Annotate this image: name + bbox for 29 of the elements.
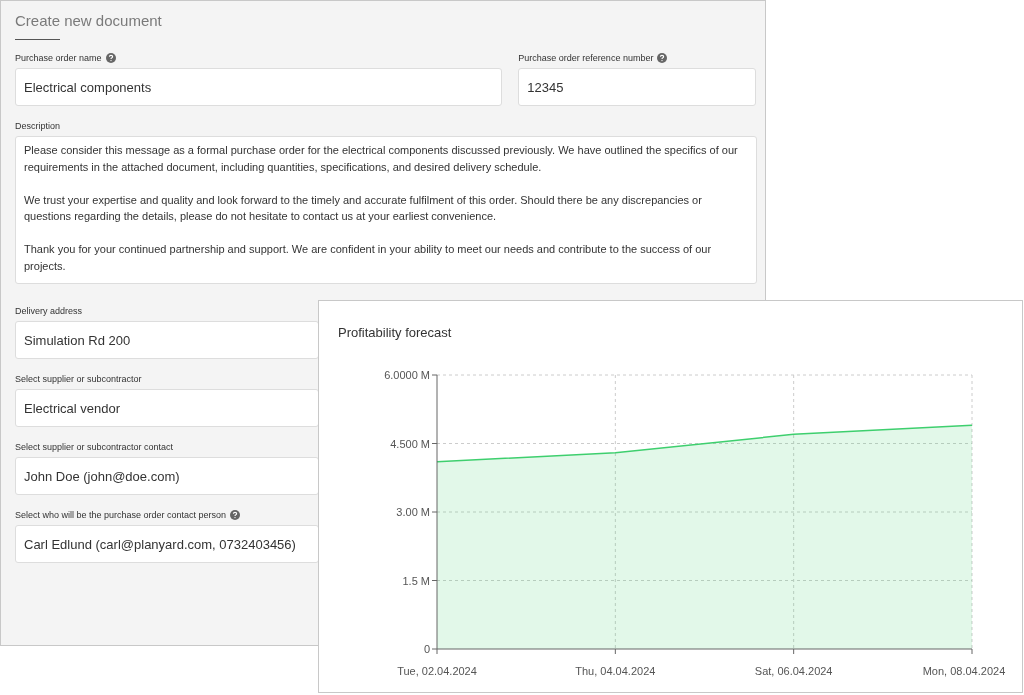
field-label: Description [15, 120, 61, 132]
field-label: Purchase order name [15, 52, 102, 64]
chart-title: Profitability forecast [338, 324, 452, 342]
title-underline [15, 39, 60, 40]
field-label: Select supplier or subcontractor [15, 373, 142, 385]
input-field[interactable]: John Doe (john@doe.com) [15, 457, 319, 495]
field-label: Select supplier or subcontractor contact [15, 441, 174, 453]
description-field[interactable]: Please consider this message as a formal purchase order for the electrical components discussed previously. We have outlined the specifics of our requirements in the attached document, including quantities, specifications, and desired delivery schedule. We trust your expertise and quality and look forward to the timely and accurate fulfilment of this order. Should there be any discrepancies or questions regarding the details, please do not hesitate to contact us at your earliest convenience. Thank you for your continued partnership and support. We are confident in your ability to meet our needs and contribute to the success of our projects. [15, 136, 757, 284]
input-field[interactable]: Simulation Rd 200 [15, 321, 319, 359]
y-tick-label: 4.500 M [390, 437, 430, 450]
y-tick-label: 0 [423, 643, 430, 655]
help-icon[interactable] [657, 53, 668, 63]
field-label: Purchase order reference number [518, 52, 654, 64]
input-field[interactable]: Electrical vendor [15, 389, 319, 427]
field-label: Select who will be the purchase order contact person [15, 509, 227, 521]
x-tick-label: Mon, 08.04.2024 [922, 665, 1006, 677]
help-icon[interactable] [230, 510, 241, 520]
form-title: Create new document [15, 11, 163, 31]
input-field[interactable]: Carl Edlund (carl@planyard.com, 0732403456) [15, 525, 319, 563]
input-field[interactable]: Electrical components [15, 68, 503, 106]
field-label: Delivery address [15, 305, 83, 317]
help-icon[interactable] [105, 53, 116, 63]
y-tick-label: 1.5 M [402, 574, 430, 587]
x-tick-label: Tue, 02.04.2024 [397, 665, 477, 677]
x-tick-label: Sat, 06.04.2024 [754, 665, 833, 677]
x-tick-label: Thu, 04.04.2024 [575, 665, 656, 677]
input-field[interactable]: 12345 [518, 68, 756, 106]
y-tick-label: 6.0000 M [384, 369, 430, 381]
y-tick-label: 3.00 M [396, 506, 430, 518]
